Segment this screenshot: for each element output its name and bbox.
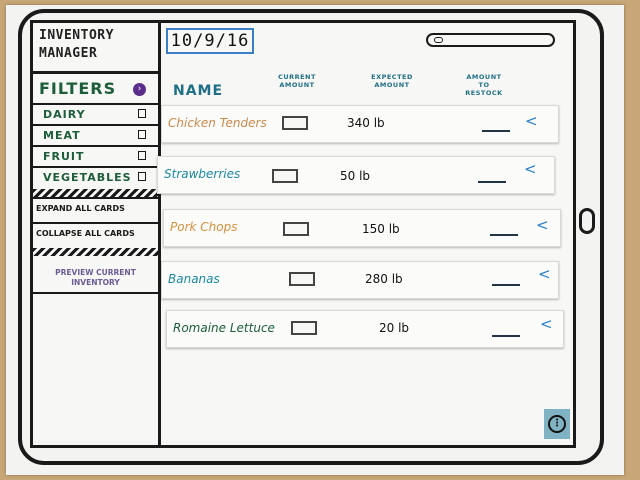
item-name: Romaine Lettuce <box>173 321 275 335</box>
filter-item-vegetables[interactable]: VEGETABLES <box>33 166 158 187</box>
expected-amount: 50 lb <box>340 169 371 183</box>
current-amount-input[interactable] <box>272 169 298 183</box>
restock-amount-input[interactable] <box>478 181 506 183</box>
more-options-button[interactable]: ⋮ <box>544 409 570 439</box>
restock-amount-input[interactable] <box>490 234 518 236</box>
expected-amount: 20 lb <box>379 321 410 335</box>
inventory-card[interactable]: Pork Chops 150 lb < <box>163 209 561 247</box>
item-name: Bananas <box>168 272 220 286</box>
filter-item-meat[interactable]: MEAT <box>33 124 158 145</box>
checkbox-icon[interactable] <box>138 109 146 118</box>
filter-item-fruit[interactable]: FRUIT <box>33 145 158 166</box>
filter-item-label: FRUIT <box>43 150 85 163</box>
inventory-card[interactable]: Romaine Lettuce 20 lb < <box>166 310 564 348</box>
checkbox-icon[interactable] <box>138 130 146 139</box>
column-header-name: NAME <box>173 83 224 99</box>
expected-amount: 150 lb <box>362 222 400 236</box>
current-amount-input[interactable] <box>291 321 317 335</box>
current-amount-input[interactable] <box>282 116 308 130</box>
filter-item-dairy[interactable]: DAIRY <box>33 103 158 124</box>
more-vertical-icon: ⋮ <box>548 415 566 433</box>
checkbox-icon[interactable] <box>138 151 146 160</box>
item-name: Pork Chops <box>170 220 238 234</box>
circle-arrow-icon[interactable]: › <box>133 83 146 96</box>
current-amount-input[interactable] <box>283 222 309 236</box>
date-display: 10/9/16 <box>166 28 254 54</box>
divider-hatched <box>33 189 158 197</box>
chevron-left-icon[interactable]: < <box>524 162 537 177</box>
sidebar: INVENTORY MANAGER FILTERS › DAIRY MEAT F… <box>33 23 161 445</box>
checkbox-icon[interactable] <box>138 172 146 181</box>
filter-item-label: DAIRY <box>43 108 86 121</box>
filter-item-label: MEAT <box>43 129 81 142</box>
chevron-left-icon[interactable]: < <box>536 218 549 233</box>
divider-hatched <box>33 248 158 256</box>
chevron-left-icon[interactable]: < <box>525 114 538 129</box>
tablet-home-button[interactable] <box>579 208 595 234</box>
item-name: Strawberries <box>164 167 241 181</box>
inventory-card[interactable]: Bananas 280 lb < <box>161 261 559 299</box>
chevron-left-icon[interactable]: < <box>540 317 553 332</box>
search-icon <box>434 37 443 43</box>
expected-amount: 280 lb <box>365 272 403 286</box>
column-header-current-amount: CURRENT AMOUNT <box>278 73 316 89</box>
restock-amount-input[interactable] <box>482 130 510 132</box>
column-header-amount-to-restock: AMOUNT TO RESTOCK <box>465 73 503 97</box>
expand-all-cards-button[interactable]: EXPAND ALL CARDS <box>33 197 158 219</box>
restock-amount-input[interactable] <box>492 335 520 337</box>
inventory-card[interactable]: Strawberries 50 lb < <box>157 156 555 194</box>
item-name: Chicken Tenders <box>168 116 267 130</box>
restock-amount-input[interactable] <box>492 284 520 286</box>
preview-current-inventory-button[interactable]: PREVIEW CURRENT INVENTORY <box>33 266 158 294</box>
search-input[interactable] <box>426 33 555 47</box>
collapse-all-cards-button[interactable]: COLLAPSE ALL CARDS <box>33 222 158 244</box>
expected-amount: 340 lb <box>347 116 385 130</box>
app-screen: INVENTORY MANAGER FILTERS › DAIRY MEAT F… <box>30 20 576 448</box>
app-title: INVENTORY MANAGER <box>39 28 114 61</box>
filter-item-label: VEGETABLES <box>43 171 132 184</box>
divider <box>33 71 158 74</box>
column-header-expected-amount: EXPECTED AMOUNT <box>371 73 413 89</box>
chevron-left-icon[interactable]: < <box>538 267 551 282</box>
inventory-card[interactable]: Chicken Tenders 340 lb < <box>161 105 559 143</box>
current-amount-input[interactable] <box>289 272 315 286</box>
